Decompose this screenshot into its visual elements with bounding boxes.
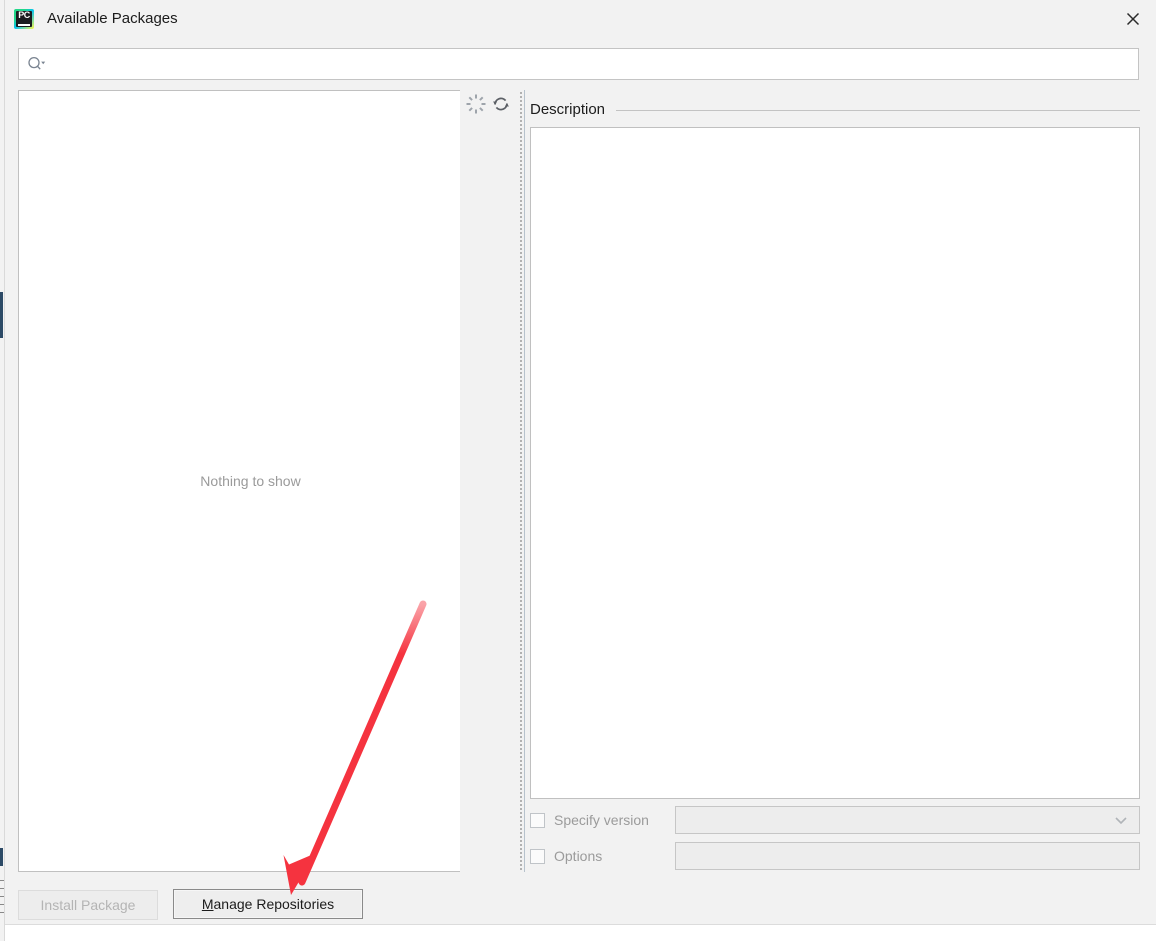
manage-mnemonic: M <box>201 896 214 912</box>
search-icon[interactable] <box>27 56 46 72</box>
title-bar: PC Available Packages <box>5 0 1156 37</box>
packages-empty-message: Nothing to show <box>200 473 301 489</box>
dialog-left-border <box>4 0 5 941</box>
description-title: Description <box>530 100 606 118</box>
window-title: Available Packages <box>47 10 178 27</box>
chevron-down-icon <box>1113 814 1129 826</box>
version-dropdown[interactable] <box>675 806 1140 834</box>
description-header: Description <box>530 97 1140 121</box>
search-field[interactable] <box>18 48 1139 80</box>
footer-strip <box>5 925 1156 941</box>
background-window-accent <box>0 292 3 338</box>
options-checkbox[interactable] <box>530 848 545 864</box>
search-input[interactable] <box>50 51 1138 77</box>
description-body <box>530 127 1140 799</box>
splitter-divider-line <box>524 90 525 872</box>
install-package-label: Install Package <box>40 897 136 913</box>
specify-version-label: Specify version <box>554 812 649 828</box>
options-input[interactable] <box>675 842 1140 870</box>
packages-toolbar <box>460 90 516 873</box>
close-icon[interactable] <box>1110 0 1156 37</box>
background-window-accent-lower <box>0 848 3 866</box>
loading-spinner-icon <box>465 93 487 115</box>
manage-repositories-label: Manage Repositories <box>202 896 334 912</box>
packages-scrollbar[interactable] <box>484 119 498 873</box>
pycharm-icon: PC <box>14 8 34 29</box>
options-label: Options <box>554 848 603 864</box>
available-packages-dialog: PC Available Packages Nothing to show De… <box>0 0 1156 941</box>
manage-label-rest: anage Repositories <box>213 896 335 912</box>
description-rule <box>616 109 1140 111</box>
refresh-icon[interactable] <box>489 92 513 116</box>
packages-list-panel[interactable]: Nothing to show <box>18 90 483 872</box>
specify-version-checkbox[interactable] <box>530 812 545 828</box>
install-package-button[interactable]: Install Package <box>18 890 158 920</box>
manage-repositories-button[interactable]: Manage Repositories <box>173 889 363 919</box>
